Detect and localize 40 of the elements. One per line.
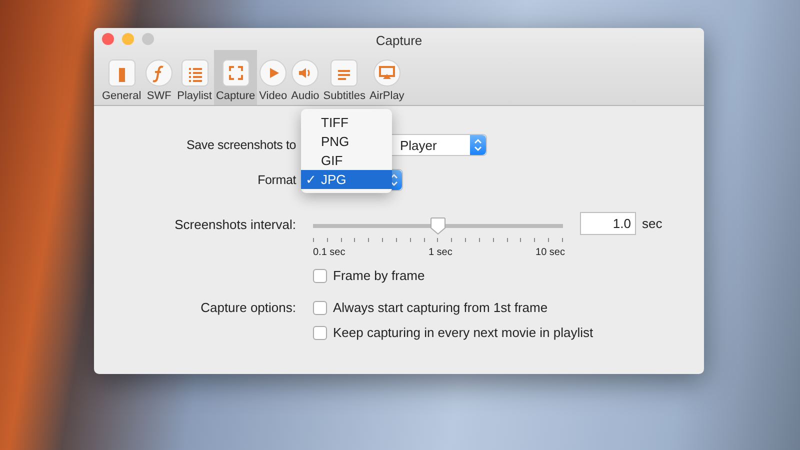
checkbox-label: Always start capturing from 1st frame: [333, 300, 548, 315]
subtitles-icon: [330, 59, 358, 87]
menu-item[interactable]: TIFF: [301, 113, 392, 132]
bar-icon: [108, 59, 136, 87]
toolbar-tab[interactable]: General: [100, 50, 144, 105]
window-title: Capture: [376, 32, 422, 48]
toolbar-tab[interactable]: AirPlay: [367, 50, 406, 105]
zoom-button[interactable]: [142, 33, 154, 45]
menu-item[interactable]: ✓ JPG: [301, 170, 392, 189]
unit-label: sec: [642, 216, 662, 231]
toolbar-tab[interactable]: SWF: [143, 50, 176, 105]
tick-label: 0.1 sec: [313, 247, 346, 258]
field-label: Format: [258, 173, 296, 187]
interval-input[interactable]: 1.0: [580, 212, 636, 235]
play-icon: [259, 59, 288, 87]
checkbox[interactable]: [313, 300, 327, 314]
checkbox-row[interactable]: Frame by frame: [313, 268, 704, 283]
toolbar-tab[interactable]: Subtitles: [321, 50, 368, 105]
field-label: Screenshots interval:: [174, 217, 296, 232]
toolbar-tab[interactable]: Playlist: [175, 50, 214, 105]
minimize-button[interactable]: [122, 33, 134, 45]
list-icon: [180, 59, 209, 87]
toolbar-tab[interactable]: Capture: [214, 50, 258, 105]
close-button[interactable]: [102, 33, 114, 45]
checkbox-label: Frame by frame: [333, 268, 425, 283]
checkbox[interactable]: [313, 268, 327, 282]
flash-icon: [145, 59, 174, 87]
toolbar-tab[interactable]: Video: [257, 50, 290, 105]
speaker-icon: [291, 59, 320, 87]
checkbox-label: Keep capturing in every next movie in playlist: [333, 325, 594, 340]
field-label: Save screenshots to: [186, 138, 296, 152]
updown-icon: [474, 139, 482, 151]
field-label: Capture options:: [200, 300, 296, 315]
checkbox[interactable]: [313, 326, 327, 340]
updown-icon: [390, 174, 398, 186]
tick-label: 1 sec: [428, 247, 452, 258]
slider-thumb[interactable]: [430, 217, 446, 235]
toolbar-tab[interactable]: Audio: [289, 50, 322, 105]
tick-label: 10 sec: [536, 247, 565, 258]
frame-corners-icon: [222, 59, 250, 87]
